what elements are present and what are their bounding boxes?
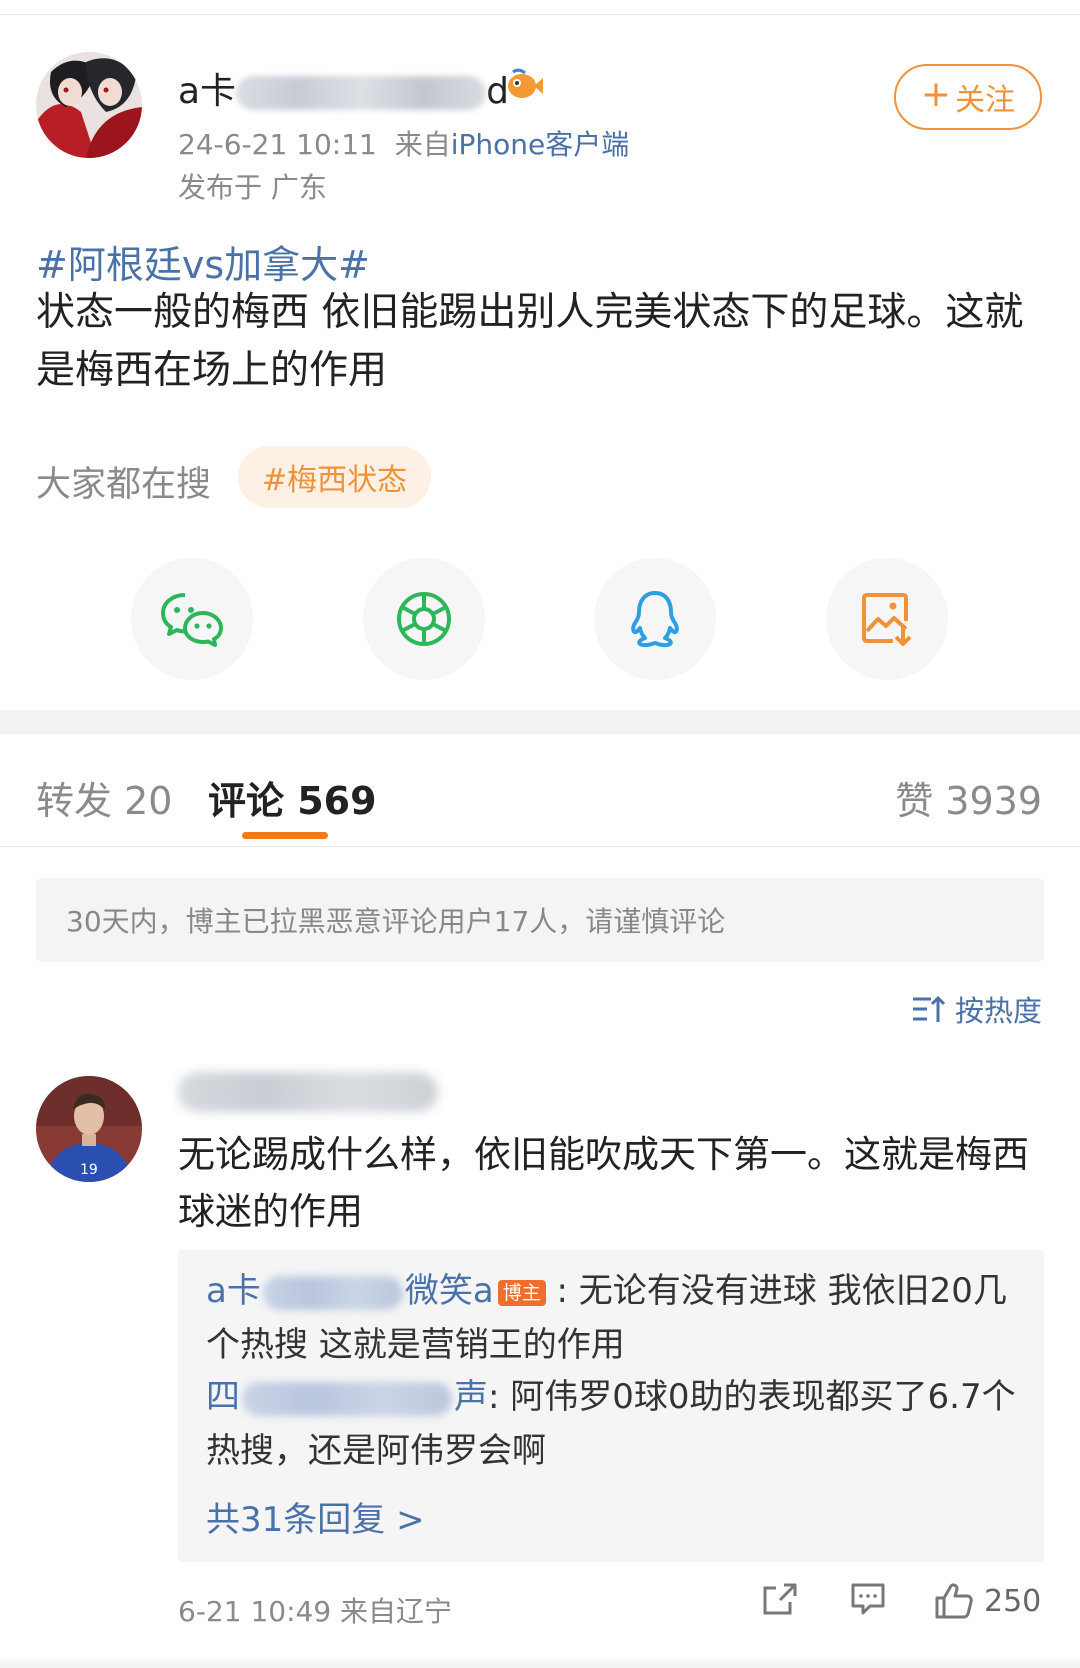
- reply-author-blurred: [262, 1275, 403, 1310]
- post-hashtag[interactable]: #阿根廷vs加拿大#: [36, 234, 370, 289]
- thumbs-up-icon: [935, 1583, 973, 1619]
- share-wechat-button[interactable]: [131, 558, 253, 680]
- sort-label: 按热度: [954, 994, 1042, 1028]
- follow-label: 关注: [955, 83, 1016, 118]
- save-image-button[interactable]: [826, 558, 948, 680]
- tab-reposts[interactable]: 转发 20: [36, 770, 172, 825]
- commenter-name-blurred[interactable]: [178, 1072, 438, 1112]
- post-meta: 24-6-21 10:11 来自iPhone客户端: [178, 123, 629, 163]
- top-divider: [0, 14, 1080, 15]
- comment-text: 无论踢成什么样，依旧能吹成天下第一。这就是梅西球迷的作用: [178, 1133, 1029, 1233]
- plus-icon: +: [920, 74, 952, 115]
- reply-author-end: 微笑a: [404, 1271, 494, 1311]
- save-image-icon: [862, 593, 912, 646]
- active-tab-indicator: [242, 832, 328, 839]
- more-replies-link[interactable]: 共31条回复 >: [206, 1492, 425, 1541]
- reply-item: 四声: 阿伟罗0球0助的表现都买了6.7个热搜，还是阿伟罗会啊: [206, 1377, 1016, 1471]
- author-name-blurred: [236, 76, 487, 110]
- reply-author[interactable]: a卡 微笑a: [206, 1271, 494, 1311]
- author-badge: 博主: [497, 1279, 546, 1306]
- tab-comments[interactable]: 评论 569: [208, 770, 377, 825]
- like-button[interactable]: 250: [934, 1582, 1041, 1620]
- author-name-prefix: a卡: [178, 71, 237, 112]
- trending-chip[interactable]: #梅西状态: [238, 446, 432, 508]
- post-time: 24-6-21 10:11: [178, 128, 377, 161]
- tab-likes[interactable]: 赞 3939: [895, 770, 1042, 825]
- reply-author-start: 四: [206, 1377, 240, 1417]
- trending-label: 大家都在搜: [36, 465, 212, 505]
- sort-button[interactable]: 按热度: [911, 988, 1042, 1030]
- comment-notice-text: 30天内，博主已拉黑恶意评论用户17人，请谨慎评论: [66, 905, 726, 938]
- comment-icon: [851, 1583, 885, 1615]
- comment-notice: 30天内，博主已拉黑恶意评论用户17人，请谨慎评论: [36, 878, 1044, 962]
- reply-author-end: 声: [454, 1377, 488, 1417]
- section-divider: [0, 710, 1080, 734]
- qq-icon: [631, 591, 679, 648]
- post-location: 发布于 广东: [178, 171, 327, 204]
- wechat-icon: [161, 593, 223, 647]
- post-source-prefix: 来自: [394, 128, 451, 161]
- author-avatar[interactable]: [36, 52, 142, 158]
- share-moments-button[interactable]: [363, 558, 485, 680]
- reply-item: a卡 微笑a 博主 : 无论有没有进球 我依旧20几个热搜 这就是营销王的作用: [206, 1271, 1007, 1365]
- comment-meta: 6-21 10:49 来自辽宁: [178, 1595, 453, 1628]
- post-source-app[interactable]: iPhone客户端: [451, 128, 630, 161]
- share-qq-button[interactable]: [594, 558, 716, 680]
- reply-author-start: a卡: [206, 1271, 261, 1311]
- tabs-divider: [0, 846, 1080, 847]
- like-count: 250: [984, 1583, 1042, 1619]
- post-text: 状态一般的梅西 依旧能踢出别人完美状态下的足球。这就是梅西在场上的作用: [36, 290, 1024, 393]
- fan-badge-icon: [508, 68, 543, 98]
- moments-icon: [397, 592, 451, 646]
- sort-icon: [912, 995, 945, 1022]
- author-name[interactable]: a卡 d: [178, 62, 509, 114]
- share-comment-button[interactable]: [762, 1582, 798, 1616]
- replies-box[interactable]: a卡 微笑a 博主 : 无论有没有进球 我依旧20几个热搜 这就是营销王的作用 四声…: [178, 1250, 1044, 1562]
- reply-author[interactable]: 四声: [206, 1377, 488, 1417]
- commenter-avatar[interactable]: 19: [36, 1076, 142, 1182]
- reply-author-blurred: [242, 1381, 452, 1416]
- svg-text:19: 19: [80, 1162, 98, 1178]
- follow-button[interactable]: + 关注: [894, 64, 1042, 130]
- reply-comment-button[interactable]: [850, 1582, 886, 1616]
- share-icon: [763, 1583, 797, 1615]
- bottom-edge: [0, 1655, 1080, 1668]
